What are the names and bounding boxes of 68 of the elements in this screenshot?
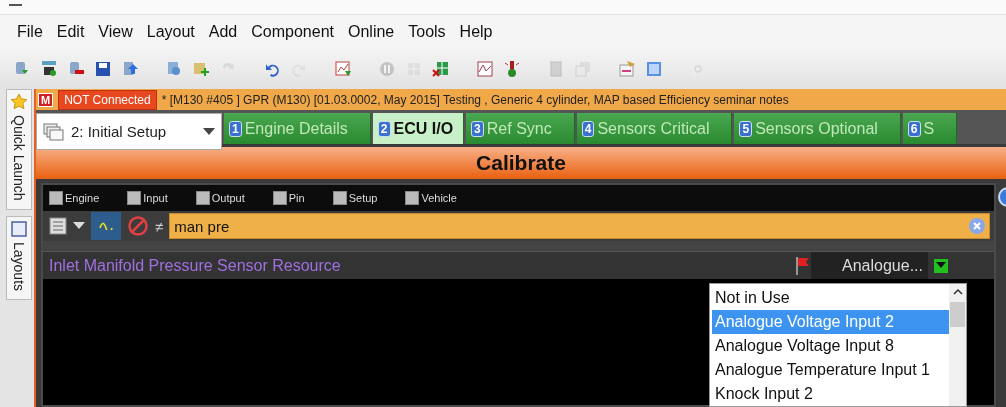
notes-icon[interactable]: [618, 60, 636, 78]
value-field[interactable]: Analogue...: [811, 252, 928, 279]
windows-icon: [43, 122, 65, 141]
block-icon[interactable]: [127, 215, 149, 237]
project-info: * [M130 #405 ] GPR (M130) [01.03.0002, May 2015] Testing , Generic 4 cylinder, MAP based Efficiency seminar notes: [161, 92, 789, 107]
worksheet-tab[interactable]: 6 S: [902, 113, 958, 144]
grid-x-icon[interactable]: [432, 60, 450, 78]
filter-checkbox[interactable]: Vehicle: [405, 191, 457, 205]
probe-icon[interactable]: [503, 60, 521, 78]
m-badge: M: [38, 92, 54, 107]
filter-checkbox[interactable]: Pin: [272, 191, 305, 205]
menu-item[interactable]: Help: [452, 23, 500, 41]
list-option[interactable]: Analogue Voltage Input 8: [712, 334, 949, 358]
filter-checkbox[interactable]: Input: [127, 191, 168, 205]
parameter-name: Inlet Manifold Pressure Sensor Resource: [48, 256, 342, 275]
window-icon[interactable]: [645, 60, 663, 78]
save-icon[interactable]: [94, 60, 112, 78]
graph-icon[interactable]: [476, 60, 494, 78]
menu-item[interactable]: Edit: [49, 23, 92, 41]
wave-icon: [99, 222, 113, 230]
workbook-dropdown[interactable]: 2: Initial Setup: [36, 113, 222, 150]
calibrate-header: Calibrate: [36, 147, 1006, 179]
side-tab[interactable]: Quick Launch: [6, 89, 32, 210]
filter-checkbox[interactable]: Engine: [49, 191, 100, 205]
worksheet-tab[interactable]: 1 Engine Details: [224, 113, 371, 144]
menu-item[interactable]: Tools: [401, 23, 453, 41]
chart-icon[interactable]: [334, 60, 352, 78]
search-field[interactable]: man pre: [169, 213, 990, 239]
caret-icon: [203, 127, 215, 136]
menu-item[interactable]: Add: [201, 23, 245, 41]
tab-number: 4: [581, 120, 595, 137]
info-icon[interactable]: [996, 187, 1006, 207]
filter-checkbox[interactable]: Setup: [332, 191, 378, 205]
tab-number: 1: [229, 120, 242, 137]
not-equal-toggle[interactable]: ≠: [155, 217, 164, 235]
menu-item[interactable]: Online: [341, 23, 402, 41]
side-tab[interactable]: Layouts: [6, 215, 32, 300]
menu-item[interactable]: Component: [244, 23, 341, 41]
list-option[interactable]: Not in Use: [712, 286, 949, 310]
filter-checkbox[interactable]: Output: [195, 191, 245, 205]
scrollbar[interactable]: [949, 284, 966, 406]
list-icon[interactable]: [49, 217, 67, 235]
wave-toggle[interactable]: [91, 212, 121, 240]
worksheet-tab[interactable]: 2 ECU I/O: [372, 113, 465, 144]
connection-status: NOT Connected: [58, 89, 157, 110]
copy-icon[interactable]: [165, 60, 183, 78]
tab-number: 2: [377, 120, 391, 137]
list-option[interactable]: Knock Input 2: [712, 382, 949, 406]
caret-icon[interactable]: [73, 222, 85, 230]
tab-number: 3: [471, 120, 484, 137]
menu-item[interactable]: Layout: [139, 23, 202, 41]
square-icon: [10, 219, 28, 238]
upload-icon[interactable]: [121, 60, 139, 78]
star-icon: [10, 93, 28, 111]
worksheet-tab[interactable]: 3 Ref Sync: [466, 113, 575, 144]
clear-icon[interactable]: [968, 217, 986, 235]
add-icon[interactable]: [192, 60, 210, 78]
worksheet-tab[interactable]: 5 Sensors Optional: [734, 113, 901, 144]
dropdown-button[interactable]: [934, 258, 948, 273]
menu-item[interactable]: File: [10, 23, 50, 41]
tab-number: 5: [739, 120, 753, 137]
worksheet-tab[interactable]: 4 Sensors Critical: [576, 113, 733, 144]
caret-icon: [936, 262, 946, 269]
scroll-thumb[interactable]: [950, 302, 965, 327]
menu-item[interactable]: View: [91, 23, 140, 41]
tab-number: 6: [907, 120, 921, 137]
list-option[interactable]: Analogue Temperature Input 1: [712, 358, 949, 382]
network-icon[interactable]: [40, 60, 58, 78]
